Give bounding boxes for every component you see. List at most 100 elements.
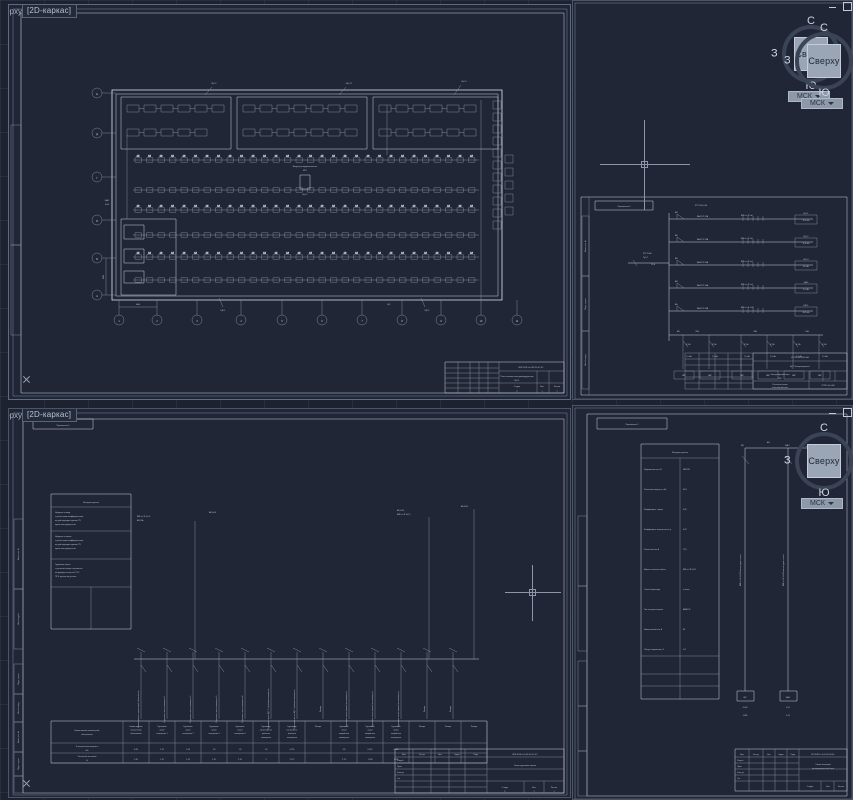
svg-text:4,8: 4,8 bbox=[275, 252, 278, 254]
svg-text:25А: 25А bbox=[695, 330, 699, 333]
notes-table: Исходные данные Нагрузка на ввод с расче… bbox=[51, 494, 131, 629]
svg-text:аварийного: аварийного bbox=[339, 732, 349, 735]
svg-text:4х16: 4х16 bbox=[105, 204, 109, 206]
svg-text:ЩР-2: ЩР-2 bbox=[425, 310, 430, 312]
spec-table: Исходные данные Напряжение сети, В Расчет… bbox=[641, 444, 719, 699]
ucs-dropdown-2[interactable]: МСК bbox=[801, 98, 843, 109]
svg-text:4,8: 4,8 bbox=[183, 205, 186, 207]
svg-text:АВ: АВ bbox=[677, 330, 680, 333]
svg-text:2,19: 2,19 bbox=[186, 759, 190, 761]
svg-text:8: 8 bbox=[401, 320, 403, 323]
svg-text:4,8: 4,8 bbox=[217, 155, 220, 157]
svg-text:В: В bbox=[96, 220, 98, 223]
svg-text:Взам. инв. №: Взам. инв. № bbox=[17, 548, 20, 560]
viewport-bottom-left-titlebar: верху [2D-каркас] bbox=[9, 409, 78, 422]
svg-text:Расчетная схема: Расчетная схема bbox=[773, 384, 789, 386]
compass-north-label-2[interactable]: С bbox=[820, 23, 828, 34]
svg-text:ЩО-2: ЩО-2 bbox=[804, 236, 809, 238]
svg-text:16А: 16А bbox=[805, 330, 809, 333]
ucs-dropdown-3[interactable]: МСК bbox=[801, 498, 843, 509]
svg-text:4,8: 4,8 bbox=[194, 205, 197, 207]
viewport-label-tab-2[interactable]: [2D-каркас] bbox=[21, 409, 78, 422]
svg-text:линия: линия bbox=[367, 730, 372, 732]
svg-text:Кол.уч: Кол.уч bbox=[419, 754, 425, 756]
svg-text:Подп.: Подп. bbox=[790, 754, 795, 756]
svg-text:Листов: Листов bbox=[838, 786, 844, 788]
sheet-header-box: Приложение 4 bbox=[595, 201, 653, 210]
title-block-top-left: ВКР-2018.1-нЭ 43 05-ЭО ЭС План силового … bbox=[445, 362, 564, 393]
svg-text:42,8: 42,8 bbox=[683, 489, 687, 491]
svg-text:0,255: 0,255 bbox=[290, 749, 295, 751]
window-controls-bottom[interactable] bbox=[828, 407, 852, 417]
svg-text:1,8: 1,8 bbox=[265, 749, 268, 751]
compass-west-label-2[interactable]: З bbox=[784, 55, 791, 67]
compass-north-label[interactable]: С bbox=[807, 16, 815, 27]
svg-text:ЩО-1: ЩО-1 bbox=[303, 194, 308, 196]
svg-text:20А: 20А bbox=[753, 330, 757, 333]
svg-text:4,8: 4,8 bbox=[263, 205, 266, 207]
svg-text:ЩАО: ЩАО bbox=[785, 444, 790, 447]
svg-text:4,8: 4,8 bbox=[459, 252, 462, 254]
svg-text:4,89: 4,89 bbox=[134, 749, 138, 751]
svg-text:ЩО-1: ЩО-1 bbox=[804, 213, 809, 215]
restore-icon-2[interactable] bbox=[842, 407, 852, 417]
viewport-top-left-titlebar: верху [2D-каркас] bbox=[9, 5, 78, 18]
svg-text:Наименование показателей,: Наименование показателей, bbox=[74, 729, 100, 732]
restore-icon[interactable] bbox=[842, 1, 852, 11]
svg-text:КТП10 4х0 0110-ЭМ: КТП10 4х0 0110-ЭМ bbox=[791, 357, 809, 359]
minimize-icon-2[interactable] bbox=[828, 407, 837, 416]
svg-text:ВРУ: ВРУ bbox=[303, 170, 307, 172]
svg-text:4,8: 4,8 bbox=[332, 205, 335, 207]
viewport-corner-marker-2 bbox=[22, 779, 31, 788]
svg-text:линия ЩО-1-1: линия ЩО-1-1 bbox=[260, 730, 272, 732]
svg-text:4,8: 4,8 bbox=[206, 252, 209, 254]
viewcube-top-left[interactable]: Сверху С Ю З МСК bbox=[784, 23, 853, 109]
svg-text:ЩАО: ЩАО bbox=[105, 199, 110, 202]
svg-text:2,43: 2,43 bbox=[186, 749, 190, 751]
grid-axes-bottom: 1 2 3 4 5 6 7 8 9 10 11 6000 bbox=[114, 300, 522, 325]
svg-text:Групповая: Групповая bbox=[365, 726, 374, 728]
svg-text:Потеря напряжения, %: Потеря напряжения, % bbox=[644, 649, 665, 651]
viewport-top-left[interactable]: верху [2D-каркас] bbox=[8, 4, 571, 400]
svg-text:4,8: 4,8 bbox=[436, 205, 439, 207]
svg-text:Марка и сечение кабеля: Марка и сечение кабеля bbox=[644, 569, 665, 571]
svg-text:9,6 кВт: 9,6 кВт bbox=[803, 266, 809, 268]
svg-text:4,8: 4,8 bbox=[344, 205, 347, 207]
svg-text:Разраб.: Разраб. bbox=[737, 760, 744, 762]
svg-text:1: 1 bbox=[556, 391, 557, 393]
svg-text:4,8: 4,8 bbox=[436, 252, 439, 254]
viewport-bottom-left[interactable]: верху [2D-каркас] Взам. инв. № Инв. № ду… bbox=[8, 408, 571, 798]
viewcube-top-face-2[interactable]: Сверху bbox=[807, 44, 841, 78]
svg-text:9: 9 bbox=[440, 320, 442, 323]
svg-text:6000: 6000 bbox=[136, 304, 140, 306]
svg-text:4,8: 4,8 bbox=[309, 155, 312, 157]
svg-text:4,8: 4,8 bbox=[171, 252, 174, 254]
svg-text:Групповая линия аварийного осв: Групповая линия аварийного освещения bbox=[397, 691, 400, 727]
viewcube-top-face-3[interactable]: Сверху bbox=[807, 444, 841, 478]
svg-text:Групповая: Групповая bbox=[391, 726, 400, 728]
compass-north-label-3[interactable]: С bbox=[820, 423, 828, 434]
svg-text:Стадия: Стадия bbox=[807, 786, 813, 788]
svg-text:Резерв: Резерв bbox=[445, 726, 451, 728]
svg-text:11,8 кВт: 11,8 кВт bbox=[803, 243, 810, 245]
svg-text:4,8: 4,8 bbox=[137, 205, 140, 207]
svg-text:4,8: 4,8 bbox=[459, 205, 462, 207]
svg-text:ЩР: ЩР bbox=[741, 445, 745, 447]
svg-text:ВВГ: ВВГ bbox=[792, 375, 796, 377]
svg-text:Групповая: Групповая bbox=[209, 726, 218, 728]
svg-text:1: 1 bbox=[553, 791, 554, 793]
svg-text:Нагрузка на ввод: Нагрузка на ввод bbox=[55, 512, 71, 514]
viewport-label-tab[interactable]: [2D-каркас] bbox=[21, 5, 78, 18]
viewcube-bottom-right[interactable]: Сверху С Ю З МСК bbox=[784, 423, 853, 509]
window-controls[interactable] bbox=[828, 1, 852, 11]
viewport-label-prefix: верху bbox=[9, 6, 22, 16]
svg-text:18,5 кВт: 18,5 кВт bbox=[802, 312, 809, 314]
minimize-icon[interactable] bbox=[828, 1, 837, 10]
svg-text:4,8: 4,8 bbox=[286, 252, 289, 254]
svg-text:ВВГ: ВВГ bbox=[766, 375, 770, 377]
compass-west-label[interactable]: З bbox=[771, 48, 778, 60]
svg-text:4,8: 4,8 bbox=[160, 252, 163, 254]
svg-text:Групповая линия освещения 4: Групповая линия освещения 4 bbox=[242, 696, 244, 723]
svg-text:Приложение 5: Приложение 5 bbox=[626, 424, 639, 426]
compass-west-label-3[interactable]: З bbox=[784, 455, 791, 467]
